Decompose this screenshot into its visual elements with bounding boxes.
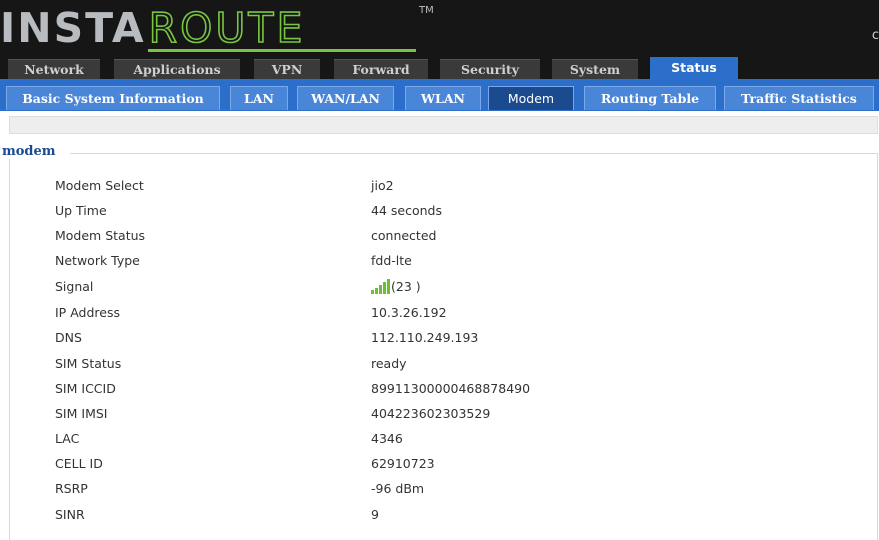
sinr-label: SINR xyxy=(55,507,85,522)
dns-value: 112.110.249.193 xyxy=(371,330,479,345)
row-sim-iccid: SIM ICCID 89911300000468878490 xyxy=(0,378,879,400)
row-sim-imsi: SIM IMSI 404223602303529 xyxy=(0,403,879,425)
tab-system[interactable]: System xyxy=(552,59,638,80)
subtab-basic-system-information[interactable]: Basic System Information xyxy=(6,86,220,110)
modem-select-label: Modem Select xyxy=(55,178,144,193)
subtab-modem[interactable]: Modem xyxy=(488,86,574,110)
signal-bars-icon xyxy=(371,278,390,294)
lac-label: LAC xyxy=(55,431,80,446)
tab-security[interactable]: Security xyxy=(440,59,540,80)
sim-imsi-value: 404223602303529 xyxy=(371,406,491,421)
tab-forward[interactable]: Forward xyxy=(334,59,428,80)
rsrp-label: RSRP xyxy=(55,481,88,496)
row-sim-status: SIM Status ready xyxy=(0,353,879,375)
sim-iccid-label: SIM ICCID xyxy=(55,381,116,396)
up-time-value: 44 seconds xyxy=(371,203,442,218)
sim-iccid-value: 89911300000468878490 xyxy=(371,381,531,396)
row-dns: DNS 112.110.249.193 xyxy=(0,327,879,349)
info-bar xyxy=(9,116,878,134)
trademark: TM xyxy=(419,5,434,16)
tab-vpn[interactable]: VPN xyxy=(254,59,320,80)
row-rsrp: RSRP -96 dBm xyxy=(0,478,879,500)
subtab-routing-table[interactable]: Routing Table xyxy=(584,86,716,110)
subtab-wan-lan[interactable]: WAN/LAN xyxy=(297,86,394,110)
sim-imsi-label: SIM IMSI xyxy=(55,406,108,421)
network-type-label: Network Type xyxy=(55,253,140,268)
rsrp-value: -96 dBm xyxy=(371,481,425,496)
row-sinr: SINR 9 xyxy=(0,504,879,526)
tab-status[interactable]: Status xyxy=(650,57,738,79)
cell-id-label: CELL ID xyxy=(55,456,103,471)
row-signal: Signal (23 ) xyxy=(0,276,879,298)
subtab-wlan[interactable]: WLAN xyxy=(405,86,481,110)
main-tab-bar: Network Applications VPN Forward Securit… xyxy=(0,57,879,80)
row-network-type: Network Type fdd-lte xyxy=(0,250,879,272)
subtab-traffic-statistics[interactable]: Traffic Statistics xyxy=(724,86,874,110)
tab-applications[interactable]: Applications xyxy=(114,59,240,80)
instaroute-logo: INSTAROUTE xyxy=(0,4,416,52)
subtab-lan[interactable]: LAN xyxy=(230,86,288,110)
logo-insta: INSTA xyxy=(0,4,146,52)
signal-value: (23 ) xyxy=(391,279,421,294)
row-lac: LAC 4346 xyxy=(0,428,879,450)
app-header: INSTAROUTE TM c xyxy=(0,0,879,57)
dns-label: DNS xyxy=(55,330,82,345)
header-right-text: c xyxy=(871,28,879,43)
row-modem-status: Modem Status connected xyxy=(0,225,879,247)
section-title: modem xyxy=(0,144,70,159)
cell-id-value: 62910723 xyxy=(371,456,435,471)
lac-value: 4346 xyxy=(371,431,403,446)
logo-route: ROUTE xyxy=(148,4,306,52)
row-ip-address: IP Address 10.3.26.192 xyxy=(0,302,879,324)
row-cell-id: CELL ID 62910723 xyxy=(0,453,879,475)
ip-address-value: 10.3.26.192 xyxy=(371,305,447,320)
sub-tab-bar: Basic System Information LAN WAN/LAN WLA… xyxy=(0,79,879,111)
tab-network[interactable]: Network xyxy=(8,59,100,80)
sim-status-value: ready xyxy=(371,356,407,371)
modem-status-value: connected xyxy=(371,228,437,243)
modem-status-label: Modem Status xyxy=(55,228,146,243)
signal-value-group: (23 ) xyxy=(371,276,421,298)
row-up-time: Up Time 44 seconds xyxy=(0,200,879,222)
sim-status-label: SIM Status xyxy=(55,356,122,371)
signal-label: Signal xyxy=(55,279,94,294)
logo-underline xyxy=(148,49,416,52)
network-type-value: fdd-lte xyxy=(371,253,412,268)
sinr-value: 9 xyxy=(371,507,379,522)
up-time-label: Up Time xyxy=(55,203,107,218)
modem-select-value: jio2 xyxy=(371,178,394,193)
row-modem-select: Modem Select jio2 xyxy=(0,175,879,197)
ip-address-label: IP Address xyxy=(55,305,120,320)
